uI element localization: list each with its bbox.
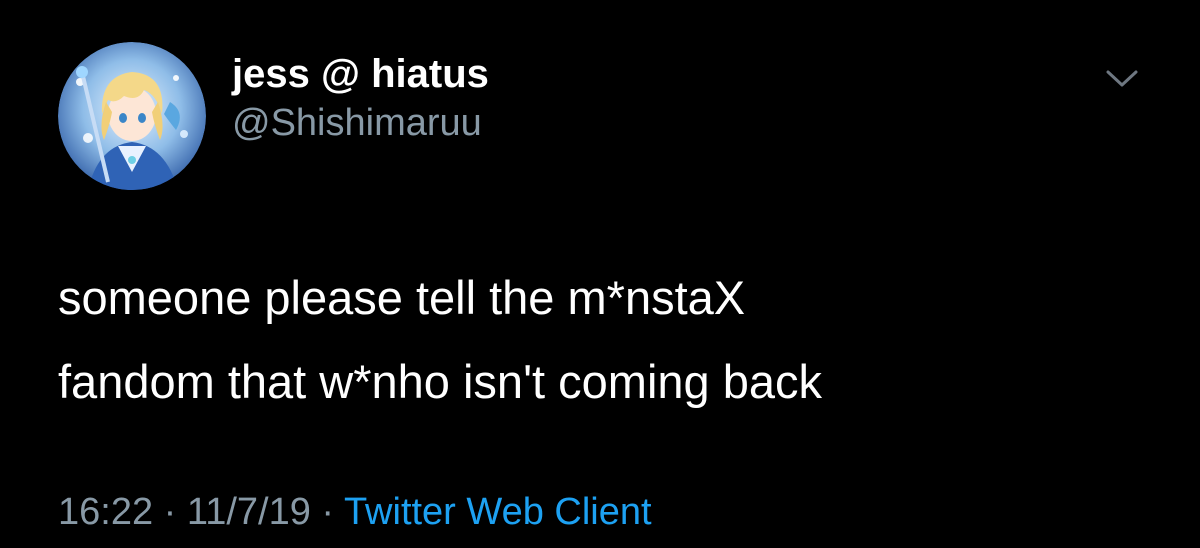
chevron-down-icon[interactable] <box>1100 60 1144 96</box>
tweet-text: someone please tell the m*nstaX fandom t… <box>58 256 1158 424</box>
user-handle[interactable]: @Shishimaruu <box>232 98 489 148</box>
display-name[interactable]: jess @ hiatus <box>232 50 489 98</box>
avatar[interactable] <box>58 42 206 190</box>
tweet-card: jess @ hiatus @Shishimaruu someone pleas… <box>0 0 1200 548</box>
meta-separator: · <box>163 491 177 533</box>
tweet-text-line: fandom that w*nho isn't coming back <box>58 355 823 408</box>
meta-separator: · <box>321 491 335 533</box>
author-names: jess @ hiatus @Shishimaruu <box>232 50 489 148</box>
tweet-text-line: someone please tell the m*nstaX <box>58 271 746 324</box>
avatar-image <box>58 42 206 190</box>
client-link[interactable]: Twitter Web Client <box>344 491 652 533</box>
tweet-meta: 16:22 · 11/7/19 · Twitter Web Client <box>58 488 652 536</box>
tweet-date[interactable]: 11/7/19 <box>187 491 311 533</box>
tweet-time[interactable]: 16:22 <box>58 491 153 533</box>
